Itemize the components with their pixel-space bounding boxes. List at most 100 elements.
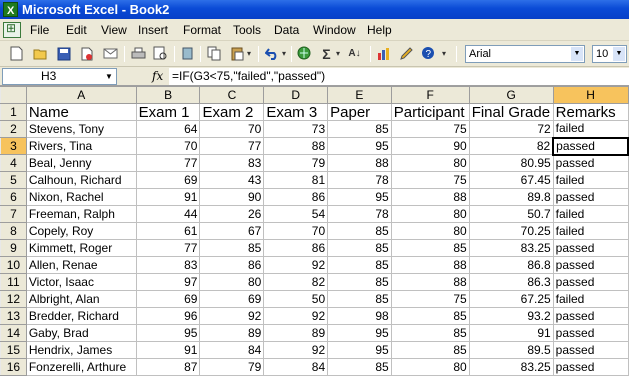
cell[interactable]: 83 [199,154,265,172]
row-header[interactable]: 14 [0,324,27,342]
cell[interactable]: failed [552,205,629,223]
cell[interactable]: 67 [199,222,265,240]
cell[interactable]: 92 [263,307,329,325]
cell[interactable]: 91 [468,324,554,342]
cell[interactable]: 88 [390,273,470,291]
cell[interactable]: 98 [327,307,392,325]
cell[interactable]: 86.8 [468,256,554,274]
column-header-d[interactable]: D [263,86,329,104]
cell[interactable]: 78 [327,205,392,223]
chart-wizard-icon[interactable] [376,45,393,62]
print-icon[interactable] [130,45,147,62]
toolbar-options-icon[interactable]: ▾ [440,45,448,62]
cell[interactable]: 89 [263,324,329,342]
cell[interactable]: 44 [135,205,201,223]
cell[interactable]: 92 [263,256,329,274]
cell[interactable]: 90 [199,188,265,206]
cell[interactable]: 75 [390,120,470,138]
cell[interactable]: 89 [199,324,265,342]
column-header-f[interactable]: F [390,86,470,104]
row-header[interactable]: 10 [0,256,27,274]
cell[interactable]: Rivers, Tina [25,137,137,155]
cell[interactable]: Nixon, Rachel [25,188,137,206]
cell[interactable]: 85 [199,239,265,257]
cell[interactable]: Freeman, Ralph [25,205,137,223]
cell[interactable]: Allen, Renae [25,256,137,274]
cell[interactable]: 26 [199,205,265,223]
cell[interactable]: Calhoun, Richard [25,171,137,189]
cell[interactable]: 70 [199,120,265,138]
drawing-icon[interactable] [398,45,415,62]
open-icon[interactable] [32,45,49,62]
permission-icon[interactable] [78,45,95,62]
cell[interactable]: 89.5 [468,341,554,359]
cell[interactable]: passed [552,341,629,359]
cell[interactable]: 82 [468,137,554,155]
cell[interactable]: 85 [390,341,470,359]
cell[interactable]: Remarks [552,103,629,121]
font-name-select[interactable]: Arial ▼ [465,45,585,63]
cell[interactable]: failed [552,290,629,308]
column-header-g[interactable]: G [468,86,554,104]
menu-window[interactable]: Window [313,23,356,37]
name-box[interactable]: H3 ▼ [2,68,117,85]
autosum-dropdown-icon[interactable]: ▾ [334,45,342,62]
cell[interactable]: passed [552,324,629,342]
cell[interactable]: Stevens, Tony [25,120,137,138]
cell[interactable]: 80 [390,154,470,172]
cell[interactable]: 69 [135,171,201,189]
cell[interactable]: Kimmett, Roger [25,239,137,257]
cell[interactable]: 92 [263,341,329,359]
cell[interactable]: 90 [390,137,470,155]
cell[interactable]: 79 [263,154,329,172]
cell[interactable]: 72 [468,120,554,138]
cell[interactable]: 61 [135,222,201,240]
menu-data[interactable]: Data [274,23,299,37]
cell[interactable]: passed [552,136,629,156]
cell[interactable]: Beal, Jenny [25,154,137,172]
cell[interactable]: 83.25 [468,358,554,376]
cell[interactable]: 95 [327,188,392,206]
cell[interactable]: 78 [327,171,392,189]
copy-icon[interactable] [206,45,223,62]
cell[interactable]: 77 [135,154,201,172]
menu-file[interactable]: File [30,23,49,37]
insert-function-icon[interactable]: fx [152,69,163,83]
cell[interactable]: 85 [390,307,470,325]
cell[interactable]: 85 [327,120,392,138]
cell[interactable]: passed [552,256,629,274]
hyperlink-icon[interactable] [296,45,313,62]
column-header-b[interactable]: B [135,86,201,104]
cell[interactable]: 96 [135,307,201,325]
excel-app-icon[interactable] [3,2,18,19]
cell[interactable]: 85 [327,239,392,257]
print-preview-icon[interactable] [152,45,169,62]
row-header[interactable]: 1 [0,103,27,121]
cell[interactable]: 85 [327,358,392,376]
cell[interactable]: failed [552,222,629,240]
cell[interactable]: 70 [263,222,329,240]
cell[interactable]: 67.45 [468,171,554,189]
cell[interactable]: 86.3 [468,273,554,291]
cell[interactable]: 73 [263,120,329,138]
chevron-down-icon[interactable]: ▼ [103,70,115,84]
cell[interactable]: 91 [135,188,201,206]
cell[interactable]: passed [552,154,629,172]
paste-dropdown-icon[interactable]: ▾ [245,45,253,62]
cell[interactable]: 86 [199,256,265,274]
cell[interactable]: 80.95 [468,154,554,172]
cell[interactable]: 86 [263,239,329,257]
cell[interactable]: 80 [390,222,470,240]
workbook-icon[interactable] [3,21,21,38]
cell[interactable]: Copely, Roy [25,222,137,240]
cell[interactable]: Gaby, Brad [25,324,137,342]
cell[interactable]: 97 [135,273,201,291]
cell[interactable]: 87 [135,358,201,376]
undo-dropdown-icon[interactable]: ▾ [280,45,288,62]
row-header[interactable]: 3 [0,137,27,155]
cell[interactable]: 69 [135,290,201,308]
chevron-down-icon[interactable]: ▼ [571,47,583,61]
paste-icon[interactable] [229,45,246,62]
column-header-c[interactable]: C [199,86,265,104]
cell[interactable]: 79 [199,358,265,376]
